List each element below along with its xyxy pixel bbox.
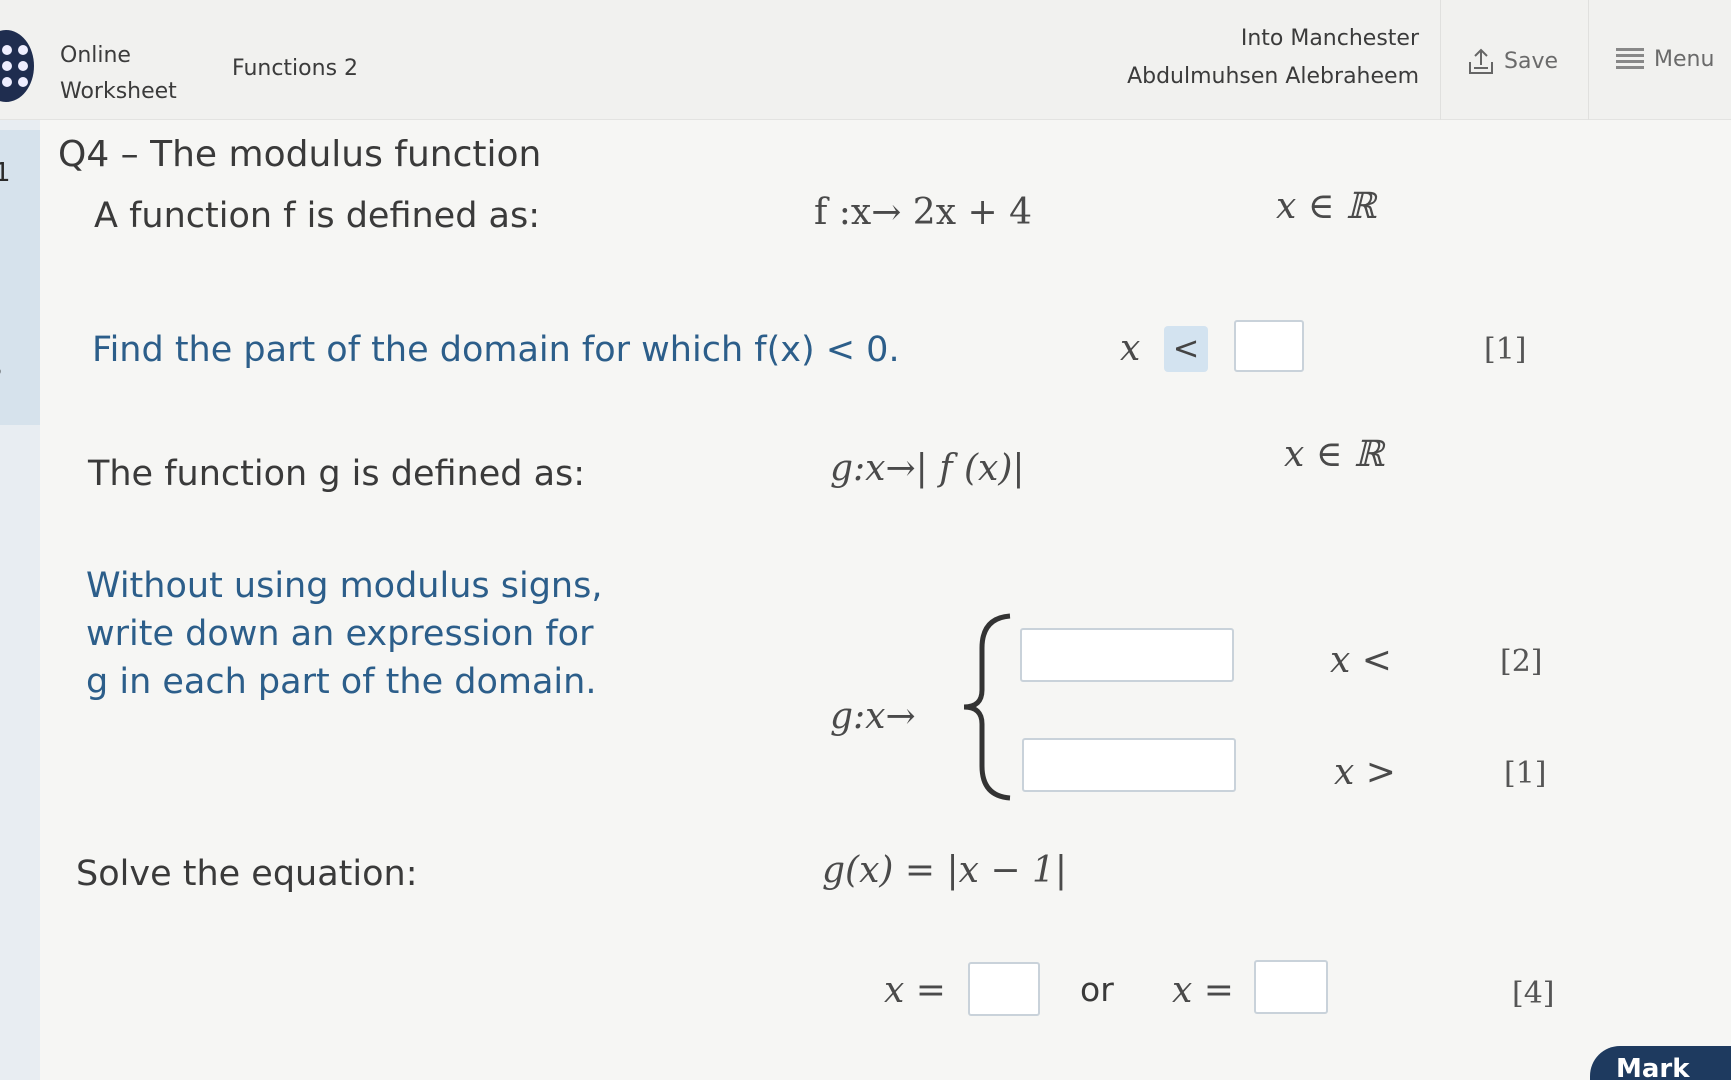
curly-brace (963, 613, 1011, 801)
solve-equation-intro: Solve the equation: (76, 854, 418, 894)
question-nav-item[interactable]: 2 (0, 254, 3, 284)
prompt-line: write down an expression for (86, 614, 594, 654)
piece2-expression-input[interactable] (1022, 738, 1236, 792)
header-divider (1588, 0, 1589, 120)
marks-label: [1] (1504, 756, 1547, 791)
prompt-line: g in each part of the domain. (86, 662, 597, 702)
piece2-condition: x > (1334, 752, 1396, 793)
header-divider (1440, 0, 1441, 120)
question-nav-item[interactable]: 3 (0, 354, 3, 384)
question-nav-item[interactable]: 1 (0, 158, 11, 188)
function-g-domain: x ∈ ℝ (1284, 434, 1384, 475)
marks-label: [2] (1500, 644, 1543, 679)
answer1-label: x = (884, 970, 946, 1011)
inequality-selector[interactable]: < (1164, 326, 1208, 372)
save-label: Save (1504, 48, 1559, 74)
prompt-line: Without using modulus signs, (86, 566, 603, 606)
or-label: or (1080, 970, 1114, 1009)
equation: g(x) = |x − 1| (822, 850, 1068, 891)
piecewise-lhs: g:x→ (830, 696, 916, 737)
piece1-expression-input[interactable] (1020, 628, 1234, 682)
menu-button[interactable]: Menu (1616, 46, 1714, 72)
function-f-intro: A function f is defined as: (94, 196, 541, 236)
function-g-intro: The function g is defined as: (88, 454, 586, 494)
organisation-name: Into Manchester (1240, 26, 1419, 51)
marks-label: [1] (1484, 332, 1527, 367)
piecewise-prompt: Without using modulus signs, write down … (86, 562, 602, 706)
save-button[interactable]: Save (1466, 46, 1558, 76)
function-f-definition: f :x→ 2x + 4 (814, 192, 1032, 233)
domain-answer-input[interactable] (1234, 320, 1304, 372)
app-logo (0, 30, 34, 102)
domain-question-prompt: Find the part of the domain for which f(… (92, 330, 900, 370)
menu-label: Menu (1654, 46, 1715, 72)
answer2-input[interactable] (1254, 960, 1328, 1014)
mark-button[interactable]: Mark (1590, 1046, 1731, 1080)
piece1-condition: x < (1330, 640, 1392, 681)
function-g-definition: g:x→| f (x)| (830, 448, 1025, 489)
marks-label: [4] (1512, 976, 1555, 1011)
domain-answer-lhs: x (1120, 328, 1141, 369)
menu-icon (1616, 48, 1644, 69)
top-bar: Online Worksheet Functions 2 Into Manche… (0, 0, 1731, 120)
answer1-input[interactable] (968, 962, 1040, 1016)
worksheet-title: Functions 2 (232, 56, 359, 81)
question-title: Q4 – The modulus function (58, 134, 542, 175)
save-icon (1469, 48, 1493, 74)
app-name: Online Worksheet (60, 38, 190, 110)
app-name-line: Online Worksheet (60, 43, 177, 104)
function-f-domain: x ∈ ℝ (1276, 186, 1376, 227)
user-name: Abdulmuhsen Alebraheem (1127, 64, 1419, 89)
answer2-label: x = (1172, 970, 1234, 1011)
